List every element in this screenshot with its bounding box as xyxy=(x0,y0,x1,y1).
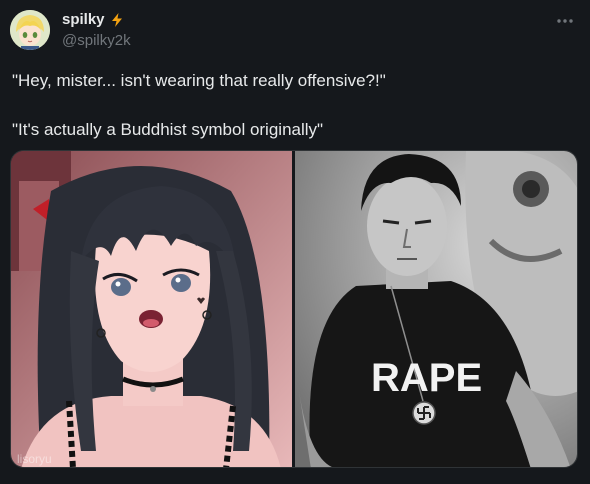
display-name[interactable]: spilky xyxy=(62,11,105,28)
more-options-icon[interactable] xyxy=(554,10,576,32)
avatar[interactable] xyxy=(10,10,50,50)
avatar-image xyxy=(10,10,50,50)
lightning-bolt-icon xyxy=(111,12,122,27)
watermark-text: lisoryu xyxy=(17,452,52,466)
anime-girl-image: lisoryu xyxy=(11,151,292,467)
author-name-row: spilky xyxy=(62,11,125,28)
tweet-card: spilky @spilky2k "Hey, mister... isn't w… xyxy=(0,0,590,484)
tweet-line-1: "Hey, mister... isn't wearing that reall… xyxy=(12,71,386,90)
shirt-text: RAPE xyxy=(371,356,482,400)
author-handle[interactable]: @spilky2k xyxy=(62,32,131,49)
man-photo-image: RAPE xyxy=(295,151,577,467)
tweet-media[interactable]: lisoryu RAPE xyxy=(10,150,578,468)
tweet-line-2: "It's actually a Buddhist symbol origina… xyxy=(12,120,324,139)
media-image-pair: lisoryu RAPE xyxy=(11,151,577,467)
